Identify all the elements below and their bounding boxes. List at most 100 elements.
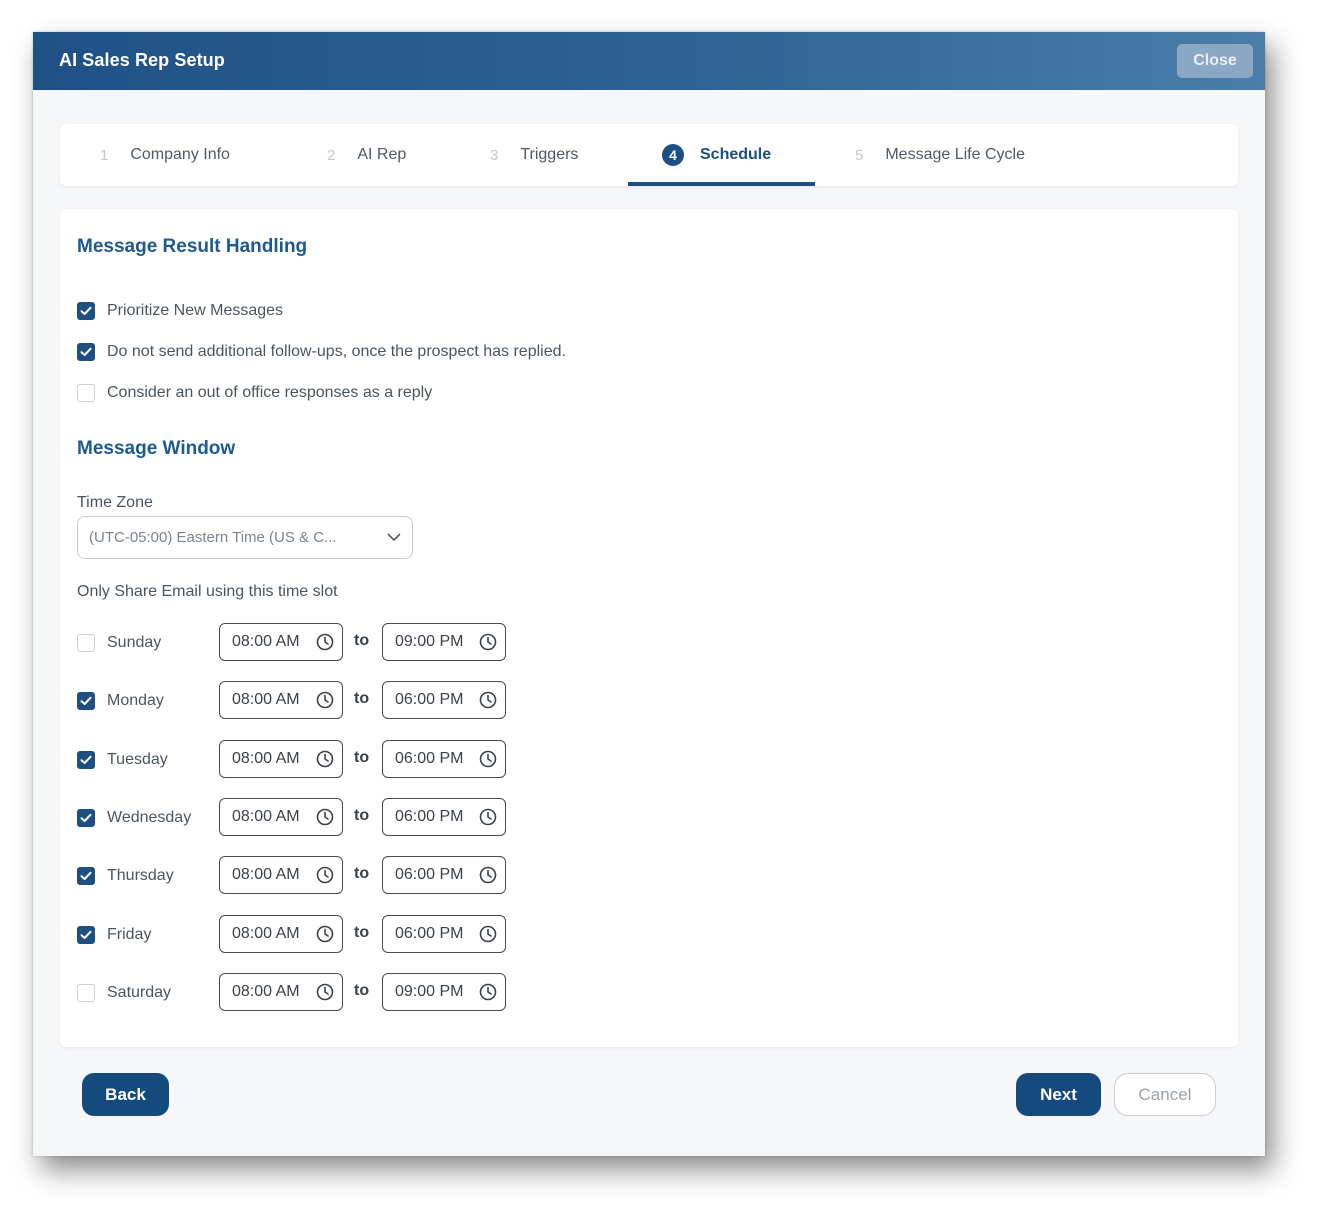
to-label: to <box>354 924 370 941</box>
day-checkbox[interactable] <box>77 634 95 652</box>
time-value: 06:00 PM <box>395 808 464 825</box>
checkbox[interactable] <box>77 343 95 361</box>
close-button[interactable]: Close <box>1177 44 1253 78</box>
clock-icon[interactable] <box>316 983 334 1001</box>
start-time-input[interactable]: 08:00 AM <box>219 798 343 836</box>
start-time-input[interactable]: 08:00 AM <box>219 623 343 661</box>
day-row-thursday: Thursday 08:00 AM to 06:00 PM <box>77 856 517 896</box>
option-prioritize-new[interactable]: Prioritize New Messages <box>77 302 283 320</box>
result-handling-title: Message Result Handling <box>77 236 308 257</box>
timezone-select[interactable]: (UTC-05:00) Eastern Time (US & C... <box>77 516 413 559</box>
step-label: Message Life Cycle <box>885 146 1025 163</box>
clock-icon[interactable] <box>316 633 334 651</box>
day-label: Friday <box>107 926 152 943</box>
check-icon <box>80 347 92 356</box>
time-value: 09:00 PM <box>395 633 464 650</box>
clock-icon[interactable] <box>316 866 334 884</box>
clock-icon[interactable] <box>479 866 497 884</box>
to-label: to <box>354 865 370 882</box>
time-value: 06:00 PM <box>395 925 464 942</box>
to-label: to <box>354 982 370 999</box>
clock-icon[interactable] <box>479 691 497 709</box>
schedule-card: Message Result Handling Prioritize New M… <box>60 209 1238 1047</box>
step-label: Triggers <box>520 146 579 163</box>
end-time-input[interactable]: 09:00 PM <box>382 623 506 661</box>
time-value: 08:00 AM <box>232 633 300 650</box>
clock-icon[interactable] <box>479 750 497 768</box>
end-time-input[interactable]: 06:00 PM <box>382 915 506 953</box>
day-checkbox[interactable] <box>77 984 95 1002</box>
clock-icon[interactable] <box>316 750 334 768</box>
back-button[interactable]: Back <box>82 1073 169 1116</box>
step-schedule[interactable]: 4 Schedule <box>662 124 771 186</box>
step-number: 2 <box>327 146 336 164</box>
start-time-input[interactable]: 08:00 AM <box>219 681 343 719</box>
option-no-followups-after-reply[interactable]: Do not send additional follow-ups, once … <box>77 343 566 361</box>
start-time-input[interactable]: 08:00 AM <box>219 740 343 778</box>
day-checkbox[interactable] <box>77 809 95 827</box>
day-row-saturday: Saturday 08:00 AM to 09:00 PM <box>77 973 517 1013</box>
timezone-value: (UTC-05:00) Eastern Time (US & C... <box>89 529 337 546</box>
day-label: Tuesday <box>107 751 168 768</box>
time-value: 06:00 PM <box>395 691 464 708</box>
step-number: 1 <box>100 146 109 164</box>
active-step-indicator <box>628 182 815 186</box>
step-number-active: 4 <box>662 144 684 166</box>
start-time-input[interactable]: 08:00 AM <box>219 973 343 1011</box>
message-window-title: Message Window <box>77 438 236 459</box>
clock-icon[interactable] <box>479 633 497 651</box>
time-value: 08:00 AM <box>232 925 300 942</box>
timezone-label: Time Zone <box>77 494 153 511</box>
time-value: 06:00 PM <box>395 866 464 883</box>
step-label: Company Info <box>130 146 230 163</box>
clock-icon[interactable] <box>316 691 334 709</box>
time-value: 09:00 PM <box>395 983 464 1000</box>
step-company-info[interactable]: 1 Company Info <box>100 124 230 186</box>
start-time-input[interactable]: 08:00 AM <box>219 915 343 953</box>
option-out-of-office-as-reply[interactable]: Consider an out of office responses as a… <box>77 384 432 402</box>
next-button[interactable]: Next <box>1016 1073 1101 1116</box>
time-value: 08:00 AM <box>232 808 300 825</box>
step-number: 5 <box>855 146 864 164</box>
end-time-input[interactable]: 06:00 PM <box>382 681 506 719</box>
checkbox[interactable] <box>77 302 95 320</box>
end-time-input[interactable]: 06:00 PM <box>382 856 506 894</box>
cancel-button[interactable]: Cancel <box>1114 1073 1216 1116</box>
end-time-input[interactable]: 06:00 PM <box>382 740 506 778</box>
day-checkbox[interactable] <box>77 867 95 885</box>
option-label: Prioritize New Messages <box>107 302 284 319</box>
time-slot-label: Only Share Email using this time slot <box>77 583 338 600</box>
time-value: 08:00 AM <box>232 983 300 1000</box>
clock-icon[interactable] <box>479 808 497 826</box>
clock-icon[interactable] <box>479 925 497 943</box>
start-time-input[interactable]: 08:00 AM <box>219 856 343 894</box>
day-label: Monday <box>107 692 164 709</box>
step-label: AI Rep <box>357 146 407 163</box>
chevron-down-icon <box>387 533 401 541</box>
clock-icon[interactable] <box>316 808 334 826</box>
step-triggers[interactable]: 3 Triggers <box>490 124 578 186</box>
clock-icon[interactable] <box>316 925 334 943</box>
day-row-friday: Friday 08:00 AM to 06:00 PM <box>77 915 517 955</box>
to-label: to <box>354 749 370 766</box>
clock-icon[interactable] <box>479 983 497 1001</box>
day-row-wednesday: Wednesday 08:00 AM to 06:00 PM <box>77 798 517 838</box>
time-value: 06:00 PM <box>395 750 464 767</box>
day-checkbox[interactable] <box>77 692 95 710</box>
option-label: Do not send additional follow-ups, once … <box>107 343 566 360</box>
step-ai-rep[interactable]: 2 AI Rep <box>327 124 406 186</box>
day-checkbox[interactable] <box>77 751 95 769</box>
check-icon <box>80 755 92 764</box>
dialog-header: AI Sales Rep Setup Close <box>33 32 1265 90</box>
day-row-sunday: Sunday 08:00 AM to 09:00 PM <box>77 623 517 663</box>
time-value: 08:00 AM <box>232 750 300 767</box>
day-checkbox[interactable] <box>77 926 95 944</box>
step-label: Schedule <box>700 146 772 163</box>
wizard-stepper: 1 Company Info 2 AI Rep 3 Triggers 4 Sch… <box>60 124 1238 186</box>
end-time-input[interactable]: 09:00 PM <box>382 973 506 1011</box>
step-message-life-cycle[interactable]: 5 Message Life Cycle <box>855 124 1025 186</box>
checkbox[interactable] <box>77 384 95 402</box>
to-label: to <box>354 807 370 824</box>
end-time-input[interactable]: 06:00 PM <box>382 798 506 836</box>
time-value: 08:00 AM <box>232 691 300 708</box>
